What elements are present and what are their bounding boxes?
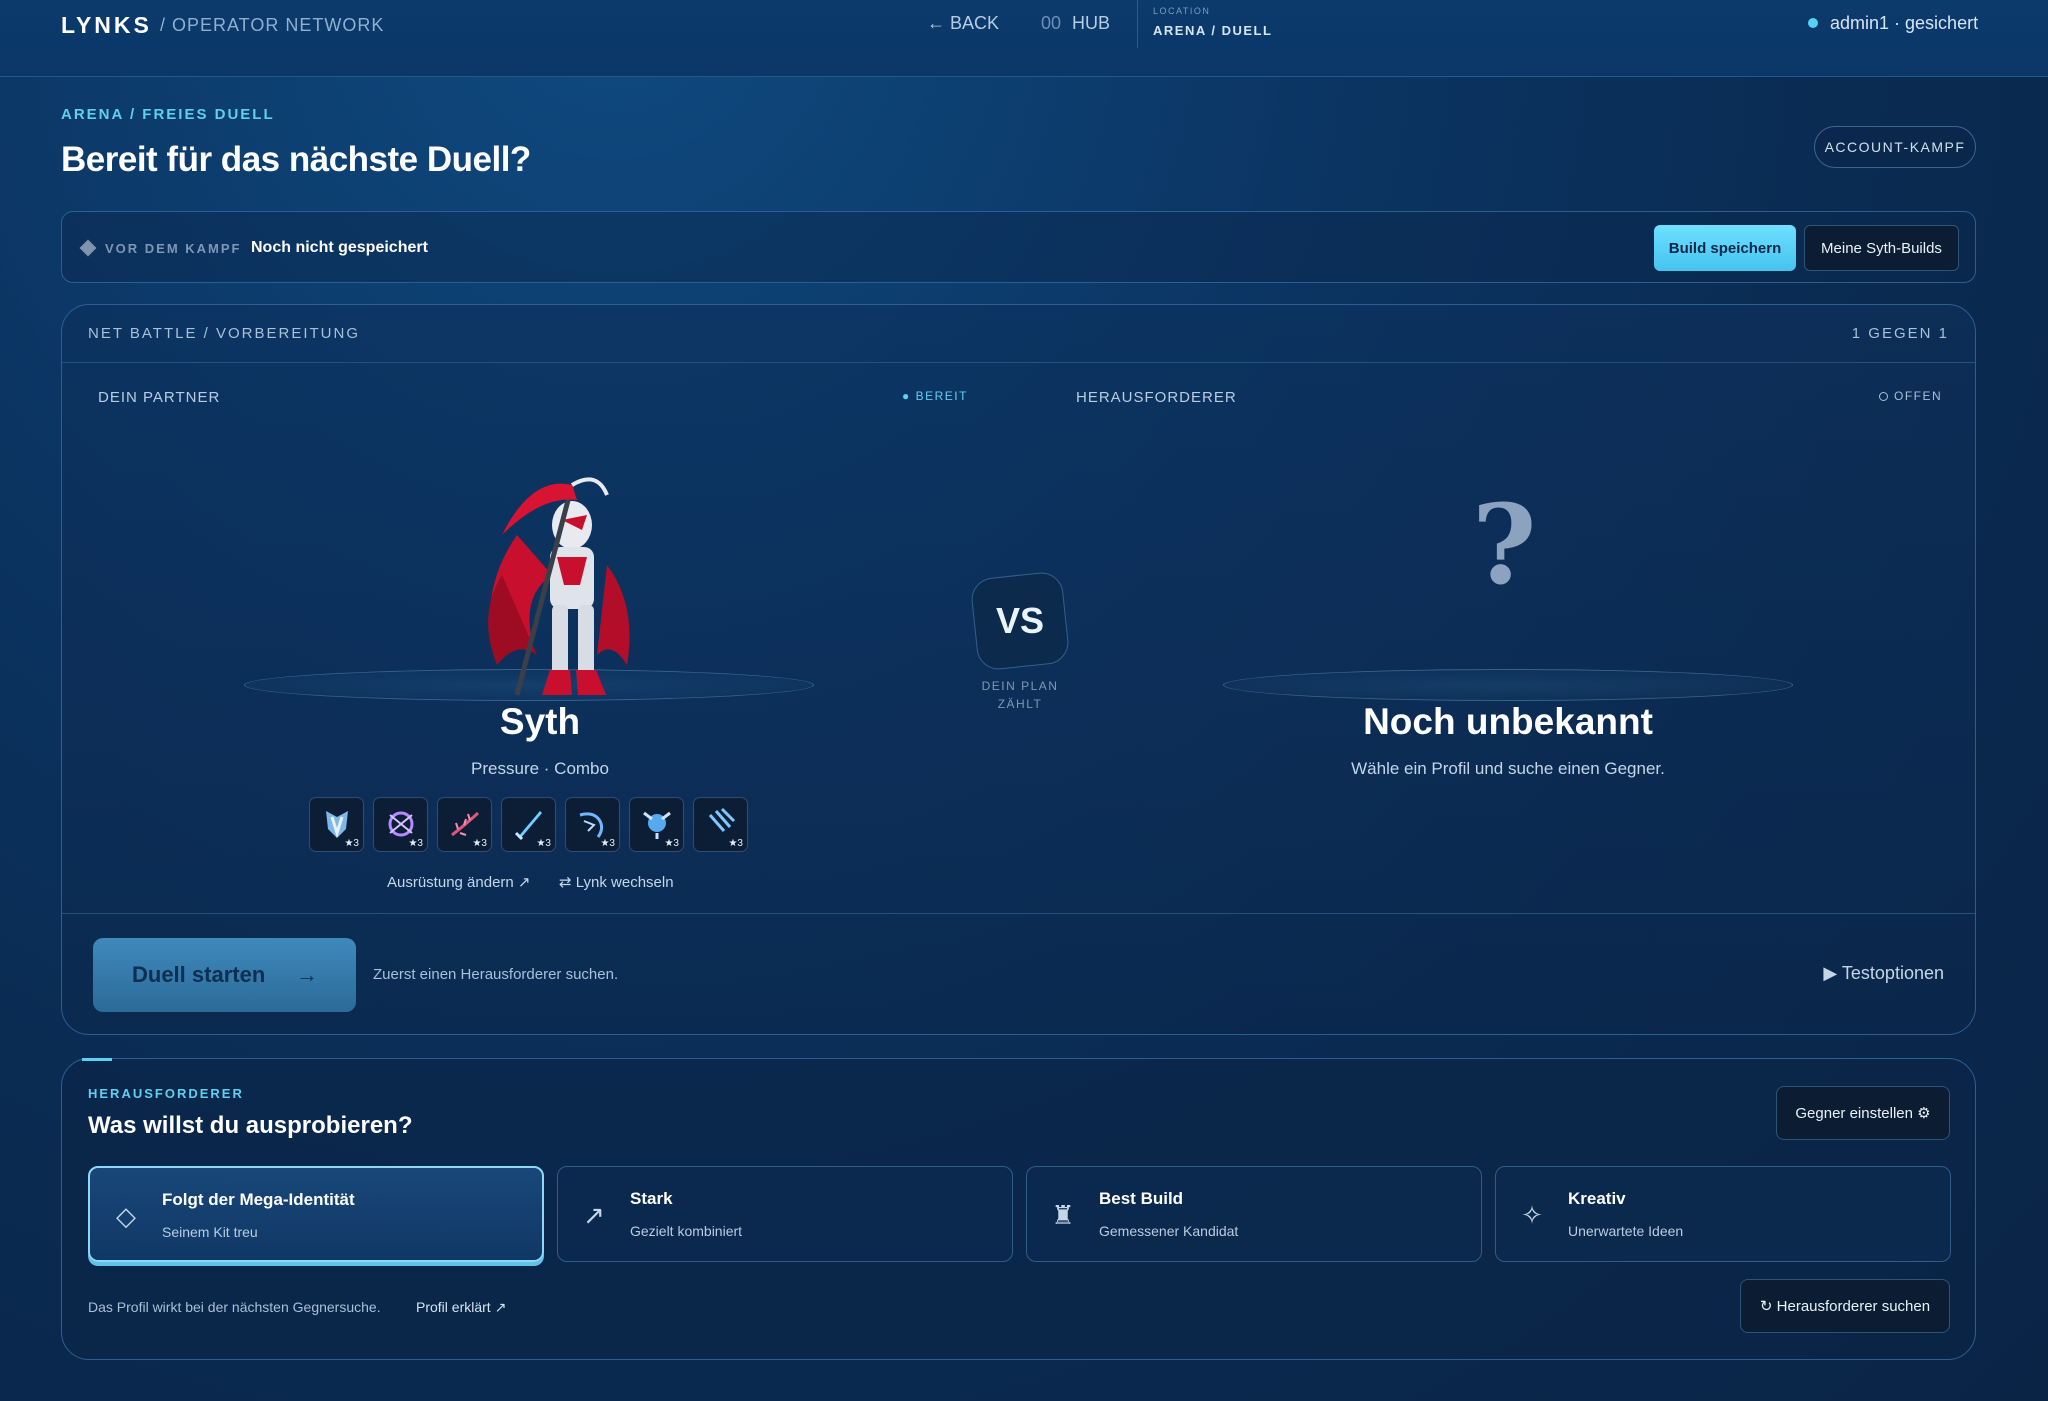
equipment-chip[interactable]: ★3 <box>693 797 748 852</box>
partner-subtitle: Pressure · Combo <box>471 759 609 778</box>
battle-panel: NET BATTLE / VORBEREITUNG 1 GEGEN 1 DEIN… <box>61 304 1976 1035</box>
user-status[interactable]: admin1 · gesichert <box>1830 13 1978 34</box>
pre-battle-bar: VOR DEM KAMPF Noch nicht gespeichert Bui… <box>61 211 1976 283</box>
equipment-chips: ★3 ★3 ★3 ★3 ★3 ★3 ★3 <box>309 797 748 852</box>
unknown-question-icon: ? <box>1472 480 1537 609</box>
open-circle-icon <box>1879 392 1888 401</box>
test-options-toggle[interactable]: ▶ Testoptionen <box>1823 963 1944 984</box>
battle-footer: Duell starten → Zuerst einen Herausforde… <box>62 913 1975 1034</box>
rook-icon: ♜ <box>1051 1199 1075 1230</box>
profile-card-subtitle: Unerwartete Ideen <box>1568 1223 1684 1239</box>
breadcrumb: ARENA / FREIES DUELL <box>61 106 275 123</box>
challenger-section-title: Was willst du ausprobieren? <box>88 1112 413 1139</box>
profile-card-creative[interactable]: ✧ Kreativ Unerwartete Ideen <box>1495 1166 1951 1262</box>
sparkle-icon: ✧ <box>1521 1199 1543 1230</box>
equipment-chip[interactable]: ★3 <box>501 797 556 852</box>
save-build-button[interactable]: Build speichern <box>1654 225 1796 271</box>
challenger-profile-panel: HERAUSFORDERER Was willst du ausprobiere… <box>61 1058 1976 1360</box>
hub-number: 00 <box>1041 13 1062 33</box>
ready-badge: ● BEREIT <box>902 389 968 403</box>
diamond-icon: ◇ <box>116 1200 136 1231</box>
pre-battle-label: VOR DEM KAMPF <box>105 241 242 256</box>
vs-caption: DEIN PLAN ZÄHLT <box>981 679 1059 711</box>
profile-note: Das Profil wirkt bei der nächsten Gegner… <box>88 1299 381 1315</box>
page-title: Bereit für das nächste Duell? <box>61 140 531 179</box>
profile-card-best-build[interactable]: ♜ Best Build Gemessener Kandidat <box>1026 1166 1482 1262</box>
my-builds-button[interactable]: Meine Syth-Builds <box>1804 225 1959 271</box>
chip-star-rank: ★3 <box>408 838 423 849</box>
opponent-settings-button[interactable]: Gegner einstellen ⚙ <box>1776 1086 1950 1140</box>
hub-link[interactable]: HUB <box>1072 13 1110 34</box>
chip-star-rank: ★3 <box>600 838 615 849</box>
profile-card-mega-identity[interactable]: ◇ Folgt der Mega-Identität Seinem Kit tr… <box>88 1166 544 1262</box>
profile-explained-link[interactable]: Profil erklärt ↗ <box>416 1299 506 1316</box>
battle-mode: 1 GEGEN 1 <box>1851 325 1949 342</box>
arrow-up-right-icon: ↗ <box>583 1199 605 1230</box>
vs-badge: VS <box>969 570 1071 672</box>
app-logo[interactable]: LYNKS <box>61 12 152 39</box>
panel-accent <box>82 1058 112 1061</box>
profile-card-subtitle: Seinem Kit treu <box>162 1224 258 1240</box>
open-badge: OFFEN <box>1879 389 1942 403</box>
app-subtitle: / OPERATOR NETWORK <box>160 15 385 35</box>
chip-star-rank: ★3 <box>664 838 679 849</box>
chip-star-rank: ★3 <box>536 838 551 849</box>
top-bar: LYNKS / OPERATOR NETWORK ← BACK 00 HUB L… <box>0 0 2048 77</box>
start-duel-button[interactable]: Duell starten → <box>93 938 356 1012</box>
save-status: Noch nicht gespeichert <box>251 239 428 256</box>
battle-header-title: NET BATTLE / VORBEREITUNG <box>88 325 360 342</box>
profile-card-title: Kreativ <box>1568 1189 1626 1208</box>
profile-card-subtitle: Gemessener Kandidat <box>1099 1223 1239 1239</box>
profile-card-subtitle: Gezielt kombiniert <box>630 1223 743 1239</box>
diamond-icon <box>79 239 97 257</box>
arrow-right-icon: → <box>296 962 318 987</box>
partner-name: Syth <box>499 701 581 742</box>
equipment-chip[interactable]: ★3 <box>373 797 428 852</box>
battle-header: NET BATTLE / VORBEREITUNG 1 GEGEN 1 <box>62 305 1975 363</box>
open-badge-label: OFFEN <box>1894 389 1943 403</box>
chip-star-rank: ★3 <box>728 838 743 849</box>
challenger-section-label: HERAUSFORDERER <box>88 1086 244 1101</box>
challenger-platform <box>1223 669 1793 701</box>
location-divider <box>1137 0 1138 48</box>
online-status-icon <box>1808 18 1818 28</box>
profile-card-title: Stark <box>630 1189 673 1208</box>
location-label: LOCATION <box>1153 6 1211 16</box>
location-value: ARENA / DUELL <box>1153 23 1273 38</box>
equipment-chip[interactable]: ★3 <box>629 797 684 852</box>
equipment-chip[interactable]: ★3 <box>309 797 364 852</box>
equipment-chip[interactable]: ★3 <box>437 797 492 852</box>
challenger-subtitle: Wähle ein Profil und suche einen Gegner. <box>1351 759 1665 778</box>
challenger-name: Noch unbekannt <box>1363 701 1653 742</box>
profile-card-title: Folgt der Mega-Identität <box>162 1190 355 1209</box>
challenger-label: HERAUSFORDERER <box>1076 389 1237 406</box>
vs-text: VS <box>995 600 1045 641</box>
account-battle-button[interactable]: ACCOUNT-KAMPF <box>1814 126 1976 168</box>
back-link[interactable]: ← BACK <box>927 13 999 34</box>
syth-character-image[interactable] <box>422 465 722 705</box>
profile-card-title: Best Build <box>1099 1189 1184 1208</box>
change-equipment-link[interactable]: Ausrüstung ändern ↗ <box>387 873 531 891</box>
chip-star-rank: ★3 <box>344 838 359 849</box>
start-duel-label: Duell starten <box>132 962 266 987</box>
profile-cards: ◇ Folgt der Mega-Identität Seinem Kit tr… <box>88 1166 1951 1262</box>
search-challenger-button[interactable]: ↻ Herausforderer suchen <box>1740 1279 1950 1333</box>
equipment-chip[interactable]: ★3 <box>565 797 620 852</box>
start-hint: Zuerst einen Herausforderer suchen. <box>373 966 619 983</box>
switch-lynk-link[interactable]: ⇄ Lynk wechseln <box>559 873 674 891</box>
chip-star-rank: ★3 <box>472 838 487 849</box>
profile-card-strong[interactable]: ↗ Stark Gezielt kombiniert <box>557 1166 1013 1262</box>
partner-label: DEIN PARTNER <box>98 389 221 406</box>
